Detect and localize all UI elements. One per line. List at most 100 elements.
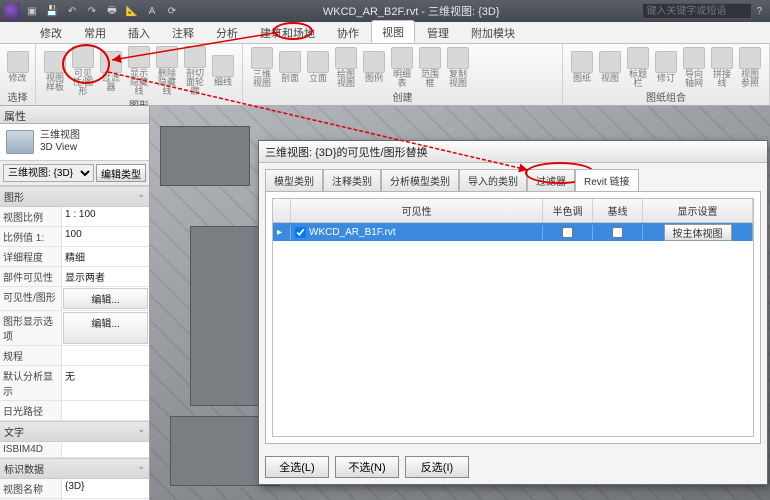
prop-row[interactable]: 视图名称{3D} [0,479,149,499]
ribbon-button[interactable]: 显示隐藏线 [126,46,152,96]
links-table: 可见性 半色调 基线 显示设置 ▸ WKCD_AR_B1F.rvt 按主体视图 [272,198,754,437]
prop-row[interactable]: 可见性/图形编辑... [0,287,149,311]
quick-access-toolbar: ▣ 💾 ↶ ↷ 🖶 📐 A ⟳ [24,3,180,19]
redo-icon[interactable]: ↷ [84,3,100,19]
dlg-tab-revit-links[interactable]: Revit 链接 [575,169,639,191]
prop-section-header[interactable]: 标识数据⌄ [0,458,149,479]
select-none-button[interactable]: 不选(N) [335,456,399,478]
measure-icon[interactable]: 📐 [124,3,140,19]
dlg-tab-imported[interactable]: 导入的类别 [459,169,527,191]
halftone-checkbox[interactable] [562,227,573,238]
dlg-tab-analytical[interactable]: 分析模型类别 [381,169,459,191]
tab-site[interactable]: 建筑和场地 [250,22,325,43]
col-visibility: 可见性 [291,199,543,222]
visibility-dialog: 三维视图: {3D}的可见性/图形替换 模型类别 注释类别 分析模型类别 导入的… [258,140,768,485]
ribbon-button[interactable]: 绘图视图 [333,47,359,88]
view-type-icon [6,130,34,154]
ribbon-group-sheet: 图纸视图标题栏修订导向轴网拼接线视图参照 图纸组合 [563,44,770,105]
print-icon[interactable]: 🖶 [104,3,120,19]
ribbon-button[interactable]: 导向轴网 [681,47,707,88]
dlg-tab-model[interactable]: 模型类别 [265,169,323,191]
expand-icon[interactable]: ▸ [277,227,282,238]
dialog-footer: 全选(L) 不选(N) 反选(I) [259,450,767,484]
prop-row[interactable]: ISBIM4D [0,442,149,458]
invert-button[interactable]: 反选(I) [405,456,469,478]
ribbon-button[interactable]: 三维视图 [249,47,275,88]
edit-type-button[interactable]: 编辑类型 [96,164,146,182]
ribbon-button[interactable]: 过滤器 [98,51,124,92]
ribbon-label-select: 选择 [6,88,29,104]
table-row[interactable]: ▸ WKCD_AR_B1F.rvt 按主体视图 [273,223,753,241]
ribbon-label-create: 创建 [249,88,556,104]
dlg-tab-filters[interactable]: 过滤器 [527,169,575,191]
prop-row[interactable]: 部件可见性显示两者 [0,267,149,287]
prop-row[interactable]: 图形显示选项编辑... [0,311,149,346]
properties-panel: 属性 三维视图3D View 三维视图: {3D} 编辑类型 图形⌄视图比例1 … [0,106,150,500]
ribbon-button[interactable]: 视图样板 [42,51,68,92]
ribbon-button[interactable]: 视图参照 [737,47,763,88]
ribbon-button[interactable]: 复制视图 [445,47,471,88]
dlg-tab-annot[interactable]: 注释类别 [323,169,381,191]
view-selector[interactable]: 三维视图: {3D} [3,164,94,182]
tab-view[interactable]: 视图 [371,20,415,43]
menubar: 修改 常用 插入 注释 分析 建筑和场地 协作 视图 管理 附加模块 [0,22,770,44]
col-display: 显示设置 [643,199,753,222]
dialog-tabs: 模型类别 注释类别 分析模型类别 导入的类别 过滤器 Revit 链接 [259,163,767,191]
tab-modify[interactable]: 修改 [30,22,72,43]
ribbon-button[interactable]: 剖切面轮廓 [182,46,208,96]
properties-grid[interactable]: 图形⌄视图比例1 : 100比例值 1:100详细程度精细部件可见性显示两者可见… [0,186,149,500]
dialog-title: 三维视图: {3D}的可见性/图形替换 [259,141,767,163]
col-halftone: 半色调 [543,199,593,222]
ribbon-button[interactable]: 范围框 [417,47,443,88]
prop-row[interactable]: 规程 [0,346,149,366]
tab-manage[interactable]: 管理 [417,22,459,43]
ribbon-group-create: 三维视图剖面立面绘图视图图例明细表范围框复制视图 创建 [243,44,563,105]
ribbon-button[interactable]: 删除隐藏线 [154,46,180,96]
ribbon-button[interactable]: 图例 [361,51,387,83]
select-all-button[interactable]: 全选(L) [265,456,329,478]
display-settings-button[interactable]: 按主体视图 [664,224,732,241]
ribbon-button[interactable]: 修订 [653,51,679,83]
prop-section-header[interactable]: 图形⌄ [0,186,149,207]
ribbon-button[interactable]: 拼接线 [709,47,735,88]
properties-type[interactable]: 三维视图3D View [0,124,149,161]
underlay-checkbox[interactable] [612,227,623,238]
open-icon[interactable]: ▣ [24,3,40,19]
tab-annotate[interactable]: 注释 [162,22,204,43]
ribbon-button[interactable]: 细线 [210,55,236,87]
prop-row[interactable]: 比例值 1:100 [0,227,149,247]
ribbon-button[interactable]: 明细表 [389,47,415,88]
tab-insert[interactable]: 插入 [118,22,160,43]
link-name: WKCD_AR_B1F.rvt [309,227,396,238]
tab-addins[interactable]: 附加模块 [461,22,525,43]
undo-icon[interactable]: ↶ [64,3,80,19]
ribbon-button[interactable]: 可见性/图形 [70,46,96,96]
tab-home[interactable]: 常用 [74,22,116,43]
prop-row[interactable]: 详细程度精细 [0,247,149,267]
prop-row[interactable]: 视图比例1 : 100 [0,207,149,227]
prop-row[interactable]: 默认分析显示无 [0,366,149,401]
ribbon-button[interactable]: 剖面 [277,51,303,83]
help-icon[interactable]: ? [756,6,762,17]
properties-header: 属性 [0,106,149,124]
prop-section-header[interactable]: 文字⌄ [0,421,149,442]
search-input[interactable] [642,3,752,19]
save-icon[interactable]: 💾 [44,3,60,19]
link-visibility-checkbox[interactable] [295,227,306,238]
col-underlay: 基线 [593,199,643,222]
ribbon-button[interactable]: 立面 [305,51,331,83]
ribbon-button[interactable]: 图纸 [569,51,595,83]
document-title: WKCD_AR_B2F.rvt - 三维视图: {3D} [180,3,642,19]
prop-row[interactable]: 日光路径 [0,401,149,421]
tab-collab[interactable]: 协作 [327,22,369,43]
text-icon[interactable]: A [144,3,160,19]
modify-button[interactable]: 修改 [6,51,29,83]
sync-icon[interactable]: ⟳ [164,3,180,19]
tab-analyze[interactable]: 分析 [206,22,248,43]
ribbon-button[interactable]: 标题栏 [625,47,651,88]
ribbon-button[interactable]: 视图 [597,51,623,83]
table-header: 可见性 半色调 基线 显示设置 [273,199,753,223]
ribbon-group-graphics: 视图样板可见性/图形过滤器显示隐藏线删除隐藏线剖切面轮廓细线 图形 [36,44,243,105]
titlebar: ▣ 💾 ↶ ↷ 🖶 📐 A ⟳ WKCD_AR_B2F.rvt - 三维视图: … [0,0,770,22]
app-logo-icon [4,3,20,19]
